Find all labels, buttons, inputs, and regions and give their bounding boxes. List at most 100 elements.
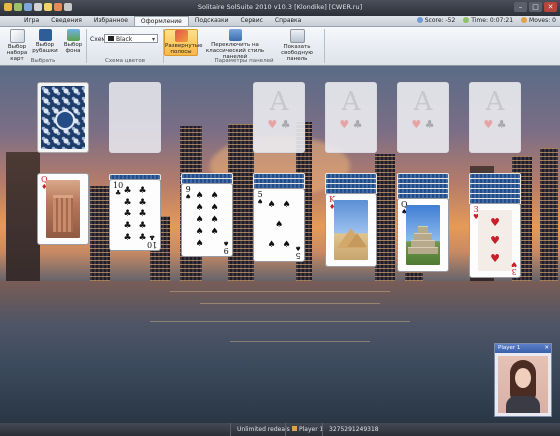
foundation-pile[interactable]: A ♥ ♣: [469, 82, 521, 153]
foundation-pile[interactable]: A ♥ ♣: [397, 82, 449, 153]
status-bar: Unlimited redeals Player 1 3275291249318: [0, 423, 560, 436]
menu-tab[interactable]: Справка: [269, 16, 307, 26]
scheme-select[interactable]: Black ▾: [104, 34, 158, 43]
card-back-medallion: [55, 109, 75, 130]
menu-tab[interactable]: Сервис: [234, 16, 268, 26]
card-rank: 5 ♠: [257, 190, 264, 206]
maximize-button[interactable]: □: [529, 2, 542, 12]
card-rank: 9 ♠: [185, 185, 192, 201]
expanded-strips-icon: [174, 30, 188, 42]
card-picture-detail: [418, 225, 428, 233]
game-number: 3275291249318: [322, 423, 385, 436]
card-pips: ♥ ♥ ♥: [490, 216, 500, 265]
player-avatar: [498, 356, 548, 413]
card-rank: 5 ♠: [294, 244, 301, 260]
avatar-face: [515, 368, 531, 388]
card-rank: 9 ♠: [222, 239, 229, 255]
card-picture-detail: [411, 240, 435, 247]
skyline-building: [375, 154, 395, 281]
tableau-card[interactable]: Q ♦: [37, 173, 89, 245]
player-panel-title: Player 1: [498, 345, 521, 351]
waste-pile[interactable]: [109, 82, 161, 153]
title-bar: Solitaire SolSuite 2010 v10.3 [Klondike]…: [0, 0, 560, 16]
tableau-card[interactable]: 5 ♠ ♠ ♠ ♠ ♠ ♠ 5 ♠: [253, 188, 305, 262]
window-controls: – □ ✕: [514, 2, 557, 12]
ribbon: Выбор набора карт Выбор рубашки Выбор фо…: [0, 27, 560, 66]
tableau-card[interactable]: K ♦: [325, 193, 377, 267]
card-picture-detail: [347, 232, 368, 247]
card-picture: [334, 200, 368, 260]
player-panel-header: Player 1 ✕: [495, 344, 551, 353]
water-reflection: [150, 321, 410, 322]
menu-tab[interactable]: Игра: [18, 16, 45, 26]
card-back-icon: [38, 29, 52, 41]
classic-style-button[interactable]: Переключить на классический стиль панеле…: [204, 29, 266, 60]
menu-tab[interactable]: Подсказки: [189, 16, 235, 26]
menu-tab[interactable]: Сведения: [45, 16, 88, 26]
skyline-building: [90, 186, 110, 281]
card-picture-detail: [408, 247, 438, 255]
player-status-text: Player 1: [299, 426, 324, 433]
player-icon: [292, 426, 297, 431]
background-button[interactable]: Выбор фона: [59, 29, 87, 54]
stock-pile[interactable]: [37, 82, 89, 153]
tableau-card[interactable]: Q ♠: [397, 198, 449, 272]
time-text: Time: 0:07:21: [471, 17, 514, 24]
card-picture: [46, 180, 80, 238]
classic-style-label: Переключить на классический стиль панеле…: [205, 42, 265, 60]
tableau-card[interactable]: 9 ♠ ♠ ♠ ♠ ♠ ♠ ♠ ♠ ♠ ♠ 9 ♠: [181, 183, 233, 257]
water-reflection: [200, 303, 380, 304]
moves-stat: Moves: 0: [521, 16, 556, 26]
scheme-value: Black: [116, 36, 133, 43]
tableau-card[interactable]: 10 ♣ ♣ ♣ ♣ ♣ ♣ ♣ ♣ ♣ ♣ ♣ 10 ♣: [109, 179, 161, 251]
classic-style-icon: [228, 29, 242, 41]
card-back-label: Выбор рубашки: [32, 42, 58, 54]
expanded-strips-label: Развернутые полосы: [165, 43, 203, 55]
foundation-suit-icon: ♥ ♣: [411, 118, 435, 131]
card-picture-detail: [414, 232, 432, 240]
water-reflection: [230, 341, 370, 342]
game-stats: Score: -52 Time: 0:07:21 Moves: 0: [416, 16, 556, 26]
menu-tab[interactable]: Оформление: [133, 16, 189, 26]
foundation-suit-icon: ♥ ♣: [267, 118, 291, 131]
menu-bar: Игра Сведения Избранное Оформление Подсказки…: [0, 16, 560, 27]
card-pips: ♣ ♣ ♣ ♣ ♣ ♣ ♣ ♣ ♣ ♣: [123, 186, 147, 243]
menu-tabs: Игра Сведения Избранное Оформление Подсказки…: [18, 16, 307, 26]
card-picture: [406, 205, 440, 265]
free-panel-label: Показать свободную панель: [281, 44, 313, 62]
river: [0, 281, 560, 423]
card-set-icon: [9, 29, 25, 43]
time-stat: Time: 0:07:21: [463, 16, 513, 26]
close-button[interactable]: ✕: [544, 2, 557, 12]
score-stat: Score: -52: [416, 16, 456, 26]
tableau-card[interactable]: 3 ♥ ♥ ♥ ♥ 3 ♥: [469, 203, 521, 278]
close-icon[interactable]: ✕: [544, 344, 549, 353]
card-rank: 3 ♥: [510, 260, 517, 276]
score-text: Score: -52: [424, 17, 456, 24]
avatar-body: [506, 396, 540, 413]
card-back-button[interactable]: Выбор рубашки: [31, 29, 59, 54]
background-label: Выбор фона: [63, 42, 83, 54]
menu-tab[interactable]: Избранное: [88, 16, 134, 26]
card-picture-detail: [52, 194, 74, 233]
foundation-pile[interactable]: A ♥ ♣: [253, 82, 305, 153]
player-panel[interactable]: Player 1 ✕: [494, 343, 552, 417]
foundation-suit-icon: ♥ ♣: [483, 118, 507, 131]
score-icon: [416, 17, 423, 23]
card-pips: ♠ ♠ ♠ ♠ ♠: [267, 199, 291, 250]
background-icon: [66, 29, 80, 41]
foundation-ace-label: A: [485, 87, 505, 117]
minimize-button[interactable]: –: [514, 2, 527, 12]
foundation-ace-label: A: [341, 87, 361, 117]
foundation-suit-icon: ♥ ♣: [339, 118, 363, 131]
foundation-pile[interactable]: A ♥ ♣: [325, 82, 377, 153]
free-panel-button[interactable]: Показать свободную панель: [270, 29, 324, 62]
group-divider: [324, 29, 325, 63]
group-choose-label: Выбрать: [30, 58, 56, 64]
expanded-strips-button[interactable]: Развернутые полосы: [164, 29, 203, 56]
moves-icon: [521, 17, 528, 23]
moves-text: Moves: 0: [529, 17, 556, 24]
group-scheme: Схема цветов: [87, 27, 163, 65]
card-rank: 10 ♣: [146, 233, 157, 249]
group-choose: Выбор набора карт Выбор рубашки Выбор фо…: [0, 27, 86, 65]
